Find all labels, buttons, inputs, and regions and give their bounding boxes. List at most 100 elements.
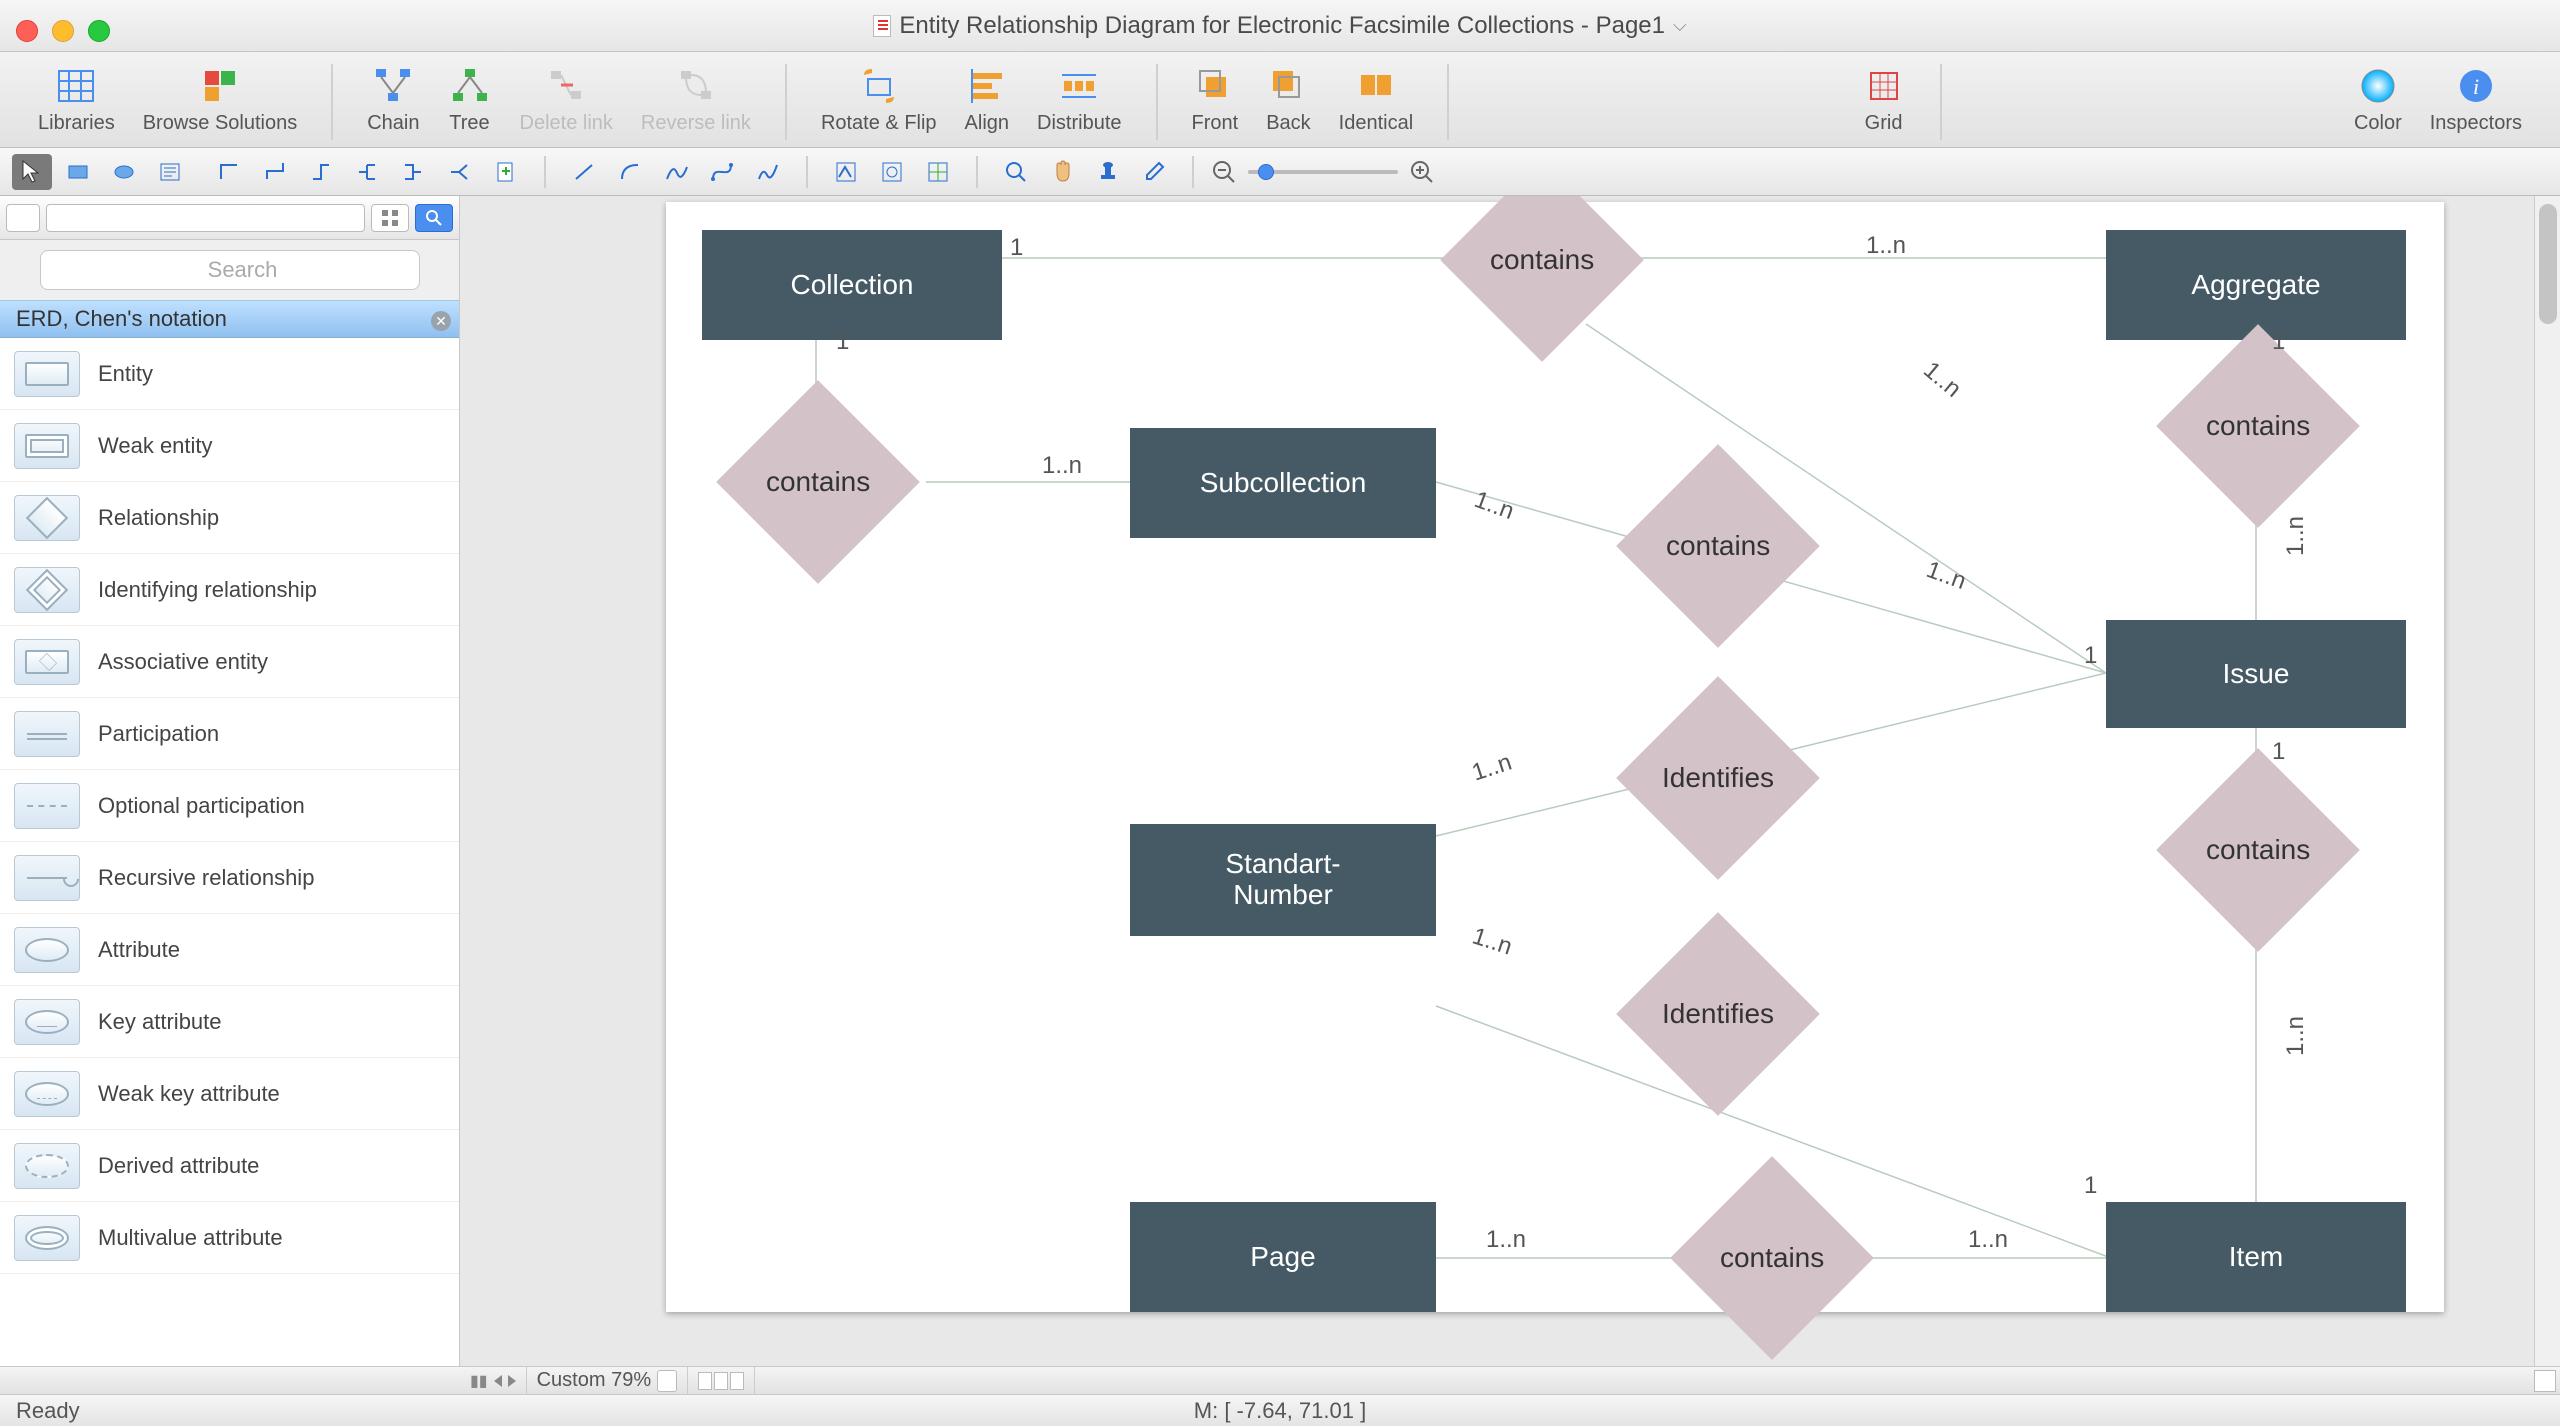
- zoom-thumb[interactable]: [1258, 164, 1274, 180]
- window-title: Entity Relationship Diagram for Electron…: [16, 12, 2544, 40]
- entity-item[interactable]: Item: [2106, 1202, 2406, 1312]
- zoom-in-icon[interactable]: [1408, 158, 1436, 186]
- vertical-scrollbar[interactable]: [2534, 196, 2560, 1366]
- stencil-recursive-relationship[interactable]: Recursive relationship: [0, 842, 459, 914]
- distribute-button[interactable]: Distribute: [1023, 60, 1135, 139]
- zoom-out-icon[interactable]: [1210, 158, 1238, 186]
- entity-issue[interactable]: Issue: [2106, 620, 2406, 728]
- libraries-button[interactable]: Libraries: [24, 60, 129, 139]
- scrollbar-thumb[interactable]: [2539, 204, 2557, 324]
- rel-contains-4[interactable]: contains: [2156, 324, 2360, 528]
- minimize-window-button[interactable]: [52, 20, 74, 42]
- zoom-track[interactable]: [1248, 170, 1398, 174]
- grid-button[interactable]: Grid: [1848, 60, 1920, 139]
- rel-label: contains: [1666, 530, 1770, 562]
- stencil-weak-entity[interactable]: Weak entity: [0, 410, 459, 482]
- title-dropdown-icon[interactable]: ⌵: [1673, 15, 1687, 36]
- search-input[interactable]: [40, 250, 420, 290]
- sidebar-search-view[interactable]: [415, 204, 453, 232]
- entity-standart-number[interactable]: Standart- Number: [1130, 824, 1436, 936]
- maximize-window-button[interactable]: [88, 20, 110, 42]
- stencil-key-attribute[interactable]: Key attribute: [0, 986, 459, 1058]
- stencil-optional-participation[interactable]: Optional participation: [0, 770, 459, 842]
- reverse-link-button[interactable]: Reverse link: [627, 60, 765, 139]
- color-button[interactable]: Color: [2340, 60, 2416, 139]
- tree-button[interactable]: Tree: [434, 60, 506, 139]
- insert-page-tool[interactable]: [486, 154, 526, 190]
- rotate-flip-button[interactable]: Rotate & Flip: [807, 60, 951, 139]
- back-icon: [1266, 64, 1310, 108]
- connector-split-tool[interactable]: [440, 154, 480, 190]
- stencil-weak-key-attribute[interactable]: Weak key attribute: [0, 1058, 459, 1130]
- connector-branch-tool[interactable]: [348, 154, 388, 190]
- front-button[interactable]: Front: [1178, 60, 1253, 139]
- document-icon: [873, 15, 891, 37]
- stencil-identifying-relationship[interactable]: Identifying relationship: [0, 554, 459, 626]
- connector-merge-tool[interactable]: [394, 154, 434, 190]
- align-button[interactable]: Align: [951, 60, 1023, 139]
- rel-identifies-2[interactable]: Identifies: [1616, 912, 1820, 1116]
- stencil-header[interactable]: ERD, Chen's notation ✕: [0, 300, 459, 338]
- snap-grid-tool[interactable]: [826, 154, 866, 190]
- connector-step-tool[interactable]: [302, 154, 342, 190]
- stencil-attribute[interactable]: Attribute: [0, 914, 459, 986]
- entity-page[interactable]: Page: [1130, 1202, 1436, 1312]
- zoom-label-seg[interactable]: Custom 79%: [527, 1367, 689, 1394]
- line-tool[interactable]: [564, 154, 604, 190]
- eyedropper-tool[interactable]: [1134, 154, 1174, 190]
- cardinality: 1: [2272, 328, 2285, 356]
- entity-label: Page: [1250, 1241, 1315, 1273]
- rel-contains-2[interactable]: contains: [716, 380, 920, 584]
- stencil-entity[interactable]: Entity: [0, 338, 459, 410]
- canvas[interactable]: Collection Aggregate Subcollection Issue…: [666, 202, 2444, 1312]
- sidebar-filter-dropdown[interactable]: [6, 204, 40, 232]
- ellipse-tool[interactable]: [104, 154, 144, 190]
- entity-subcollection[interactable]: Subcollection: [1130, 428, 1436, 538]
- inspectors-button[interactable]: i Inspectors: [2416, 60, 2536, 139]
- snap-guides-tool[interactable]: [918, 154, 958, 190]
- stencil-multivalue-attribute[interactable]: Multivalue attribute: [0, 1202, 459, 1274]
- back-button[interactable]: Back: [1252, 60, 1324, 139]
- stencil-participation[interactable]: Participation: [0, 698, 459, 770]
- stencil-label: Entity: [98, 361, 153, 387]
- rel-contains-6[interactable]: contains: [1670, 1156, 1874, 1360]
- canvas-area[interactable]: Collection Aggregate Subcollection Issue…: [460, 196, 2560, 1366]
- browse-solutions-button[interactable]: Browse Solutions: [129, 60, 312, 139]
- stencil-close-icon[interactable]: ✕: [431, 311, 451, 331]
- snap-object-tool[interactable]: [872, 154, 912, 190]
- sidebar-ruler[interactable]: [46, 204, 365, 232]
- zoom-stepper[interactable]: [657, 1370, 677, 1392]
- stencil-derived-attribute[interactable]: Derived attribute: [0, 1130, 459, 1202]
- zoom-slider[interactable]: [1210, 158, 1436, 186]
- rel-contains-5[interactable]: contains: [2156, 748, 2360, 952]
- spline-tool[interactable]: [656, 154, 696, 190]
- entity-aggregate[interactable]: Aggregate: [2106, 230, 2406, 340]
- identical-button[interactable]: Identical: [1325, 60, 1428, 139]
- rel-contains-3[interactable]: contains: [1616, 444, 1820, 648]
- close-window-button[interactable]: [16, 20, 38, 42]
- connector-l-tool[interactable]: [210, 154, 250, 190]
- connectors: [666, 202, 2444, 1312]
- zoom-tool[interactable]: [996, 154, 1036, 190]
- text-tool[interactable]: [150, 154, 190, 190]
- stamp-tool[interactable]: [1088, 154, 1128, 190]
- sidebar-grid-view[interactable]: [371, 204, 409, 232]
- layout-buttons[interactable]: [688, 1367, 755, 1394]
- delete-link-button[interactable]: Delete link: [506, 60, 627, 139]
- pan-tool[interactable]: [1042, 154, 1082, 190]
- rel-identifies-1[interactable]: Identifies: [1616, 676, 1820, 880]
- bezier-tool[interactable]: [702, 154, 742, 190]
- corner-resize-icon[interactable]: [2534, 1370, 2556, 1392]
- arc-tool[interactable]: [610, 154, 650, 190]
- chain-button[interactable]: Chain: [353, 60, 433, 139]
- pointer-tool[interactable]: [12, 154, 52, 190]
- next-page-button[interactable]: [508, 1375, 516, 1387]
- rectangle-tool[interactable]: [58, 154, 98, 190]
- entity-collection[interactable]: Collection: [702, 230, 1002, 340]
- prev-page-button[interactable]: [494, 1375, 502, 1387]
- stencil-associative-entity[interactable]: Associative entity: [0, 626, 459, 698]
- rel-contains-1[interactable]: contains: [1440, 196, 1644, 362]
- freehand-tool[interactable]: [748, 154, 788, 190]
- connector-elbow-tool[interactable]: [256, 154, 296, 190]
- stencil-relationship[interactable]: Relationship: [0, 482, 459, 554]
